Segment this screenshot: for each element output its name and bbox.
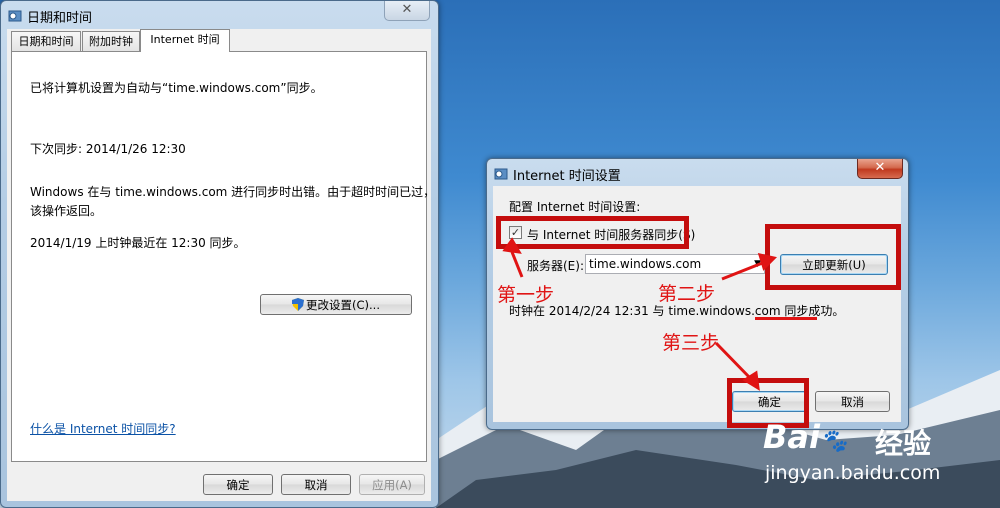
tab-internet-time[interactable]: Internet 时间 <box>140 29 230 52</box>
next-sync-text: 下次同步: 2014/1/26 12:30 <box>30 142 186 156</box>
success-underline <box>755 317 817 320</box>
server-value: time.windows.com <box>589 257 702 271</box>
apply-button[interactable]: 应用(A) <box>359 474 425 495</box>
step1-label: 第一步 <box>497 284 555 306</box>
close-button[interactable]: ✕ <box>384 1 430 21</box>
ok-label: 确定 <box>226 478 250 492</box>
dialog-body: 日期和时间 附加时钟 Internet 时间 已将计算机设置为自动与“time.… <box>7 29 435 501</box>
window-title: 日期和时间 <box>27 11 93 26</box>
window-title: Internet 时间设置 <box>513 169 621 184</box>
tab-date-time[interactable]: 日期和时间 <box>11 31 81 51</box>
tab-additional-clocks[interactable]: 附加时钟 <box>82 31 140 51</box>
sync-success-text: 同步成功。 <box>784 304 845 318</box>
config-label: 配置 Internet 时间设置: <box>509 200 641 214</box>
tab-page: 已将计算机设置为自动与“time.windows.com”同步。 下次同步: 2… <box>11 51 435 462</box>
chevron-down-icon: ▼ <box>754 259 761 269</box>
watermark-url: jingyan.baidu.com <box>765 462 941 484</box>
tab-label: Internet 时间 <box>150 33 220 46</box>
error-text: Windows 在与 time.windows.com 进行同步时出错。由于超时… <box>30 185 436 199</box>
step2-label: 第二步 <box>658 283 716 305</box>
ok-button[interactable]: 确定 <box>203 474 273 495</box>
tab-label: 日期和时间 <box>18 35 74 48</box>
date-time-window: 日期和时间 ✕ 日期和时间 附加时钟 Internet 时间 已将计算机设置为自… <box>0 0 439 508</box>
error-text-cont: 该操作返回。 <box>30 204 103 218</box>
clock-icon <box>8 10 22 22</box>
last-sync-text: 2014/1/19 上时钟最近在 12:30 同步。 <box>30 236 246 250</box>
server-select[interactable]: time.windows.com ▼ <box>585 254 765 274</box>
clock-icon <box>494 168 508 180</box>
cancel-button[interactable]: 取消 <box>281 474 351 495</box>
title-bar: Internet 时间设置 ✕ <box>487 159 908 187</box>
jingyan-brand: 经验 <box>875 427 932 460</box>
step1-highlight-box <box>496 216 689 249</box>
change-settings-button[interactable]: 更改设置(C)... <box>260 294 412 315</box>
help-link[interactable]: 什么是 Internet 时间同步? <box>30 420 176 437</box>
cancel-label: 取消 <box>841 395 864 409</box>
status-text: 已将计算机设置为自动与“time.windows.com”同步。 <box>30 81 323 95</box>
baidu-logo-bai: Bai <box>763 418 820 456</box>
paw-icon: 🐾 <box>819 429 848 454</box>
baidu-logo-text: Bai🐾 <box>763 418 847 456</box>
tab-label: 附加时钟 <box>89 35 133 48</box>
close-button[interactable]: ✕ <box>857 159 903 179</box>
baidu-jingyan-watermark: Bai🐾 经验 jingyan.baidu.com <box>763 418 995 488</box>
change-settings-label: 更改设置(C)... <box>306 298 380 312</box>
title-bar: 日期和时间 ✕ <box>1 1 438 29</box>
step2-highlight-box <box>765 224 901 290</box>
cancel-button[interactable]: 取消 <box>815 391 890 412</box>
apply-label: 应用(A) <box>372 478 412 492</box>
step3-label: 第三步 <box>662 332 720 354</box>
server-label: 服务器(E): <box>527 259 584 273</box>
cancel-label: 取消 <box>304 478 328 492</box>
shield-icon <box>292 298 304 311</box>
